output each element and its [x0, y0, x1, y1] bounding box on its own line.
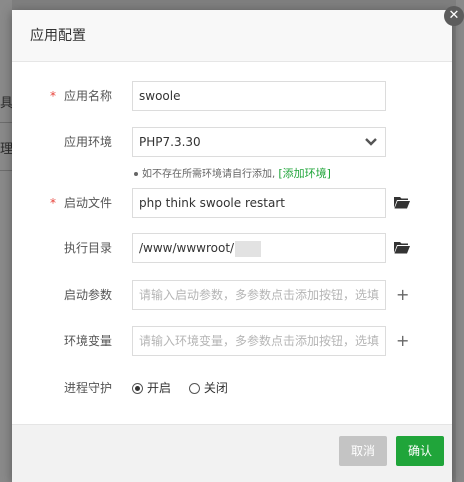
start-params-label: 启动参数: [63, 288, 112, 302]
env-hint-text: 如不存在所需环境请自行添加,: [142, 169, 276, 180]
start-file-input[interactable]: php think swoole restart: [132, 188, 386, 218]
env-vars-input[interactable]: 请输入环境变量，多参数点击添加按钮，选填: [132, 326, 386, 356]
env-vars-label: 环境变量: [63, 334, 112, 348]
dialog-footer: 取消 确认: [12, 424, 452, 482]
folder-icon[interactable]: [394, 196, 410, 209]
start-params-row: 启动参数 请输入启动参数，多参数点击添加按钮，选填 +: [12, 280, 452, 310]
add-env-var-plus-icon[interactable]: +: [396, 326, 409, 356]
close-icon[interactable]: ✕: [444, 6, 464, 26]
background-divider: [0, 122, 12, 123]
exec-dir-label: 执行目录: [63, 241, 112, 255]
cancel-button[interactable]: 取消: [339, 436, 387, 466]
background-divider: [0, 170, 12, 171]
dialog-title: 应用配置: [30, 28, 86, 44]
start-file-label: * 启动文件: [49, 196, 112, 210]
bullet-dot-icon: [134, 171, 138, 176]
exec-dir-value: /www/wwwroot/: [139, 241, 235, 255]
daemon-on-radio[interactable]: 开启: [132, 373, 171, 403]
folder-icon[interactable]: [394, 241, 410, 254]
radio-checked-icon: [132, 383, 143, 394]
background-right-panel: [456, 0, 464, 482]
chevron-down-icon: [365, 138, 377, 146]
daemon-off-radio[interactable]: 关闭: [188, 373, 228, 403]
env-hint: 如不存在所需环境请自行添加, [添加环境]: [132, 165, 331, 181]
daemon-radio-group: 开启 关闭: [132, 373, 242, 403]
daemon-row: 进程守护 开启 关闭: [12, 373, 452, 403]
add-param-plus-icon[interactable]: +: [396, 280, 409, 310]
redacted-path: [235, 240, 262, 257]
confirm-button[interactable]: 确认: [396, 436, 444, 466]
required-mark: *: [49, 196, 56, 210]
app-name-label: * 应用名称: [49, 89, 112, 103]
app-env-row: 应用环境 PHP7.3.30: [12, 127, 452, 157]
app-name-input[interactable]: swoole: [132, 81, 386, 111]
background-left-panel: [0, 0, 12, 482]
add-env-link[interactable]: [添加环境]: [278, 167, 331, 180]
required-mark: *: [49, 89, 56, 103]
app-env-label: 应用环境: [63, 135, 112, 149]
app-env-select[interactable]: PHP7.3.30: [132, 127, 386, 157]
radio-unchecked-icon: [188, 383, 200, 394]
start-params-input[interactable]: 请输入启动参数，多参数点击添加按钮，选填: [132, 280, 386, 310]
daemon-label: 进程守护: [63, 381, 112, 395]
app-config-dialog: 应用配置 * 应用名称 swoole 应用环境 PHP7.3.30 如不存在所需环…: [12, 10, 452, 482]
exec-dir-row: 执行目录 /www/wwwroot/: [12, 233, 452, 263]
app-name-row: * 应用名称 swoole: [12, 81, 452, 111]
app-env-selected-value: PHP7.3.30: [139, 135, 201, 149]
dialog-header: 应用配置: [12, 10, 452, 62]
exec-dir-input[interactable]: /www/wwwroot/: [132, 233, 386, 263]
env-vars-row: 环境变量 请输入环境变量，多参数点击添加按钮，选填 +: [12, 326, 452, 356]
start-file-row: * 启动文件 php think swoole restart: [12, 188, 452, 218]
